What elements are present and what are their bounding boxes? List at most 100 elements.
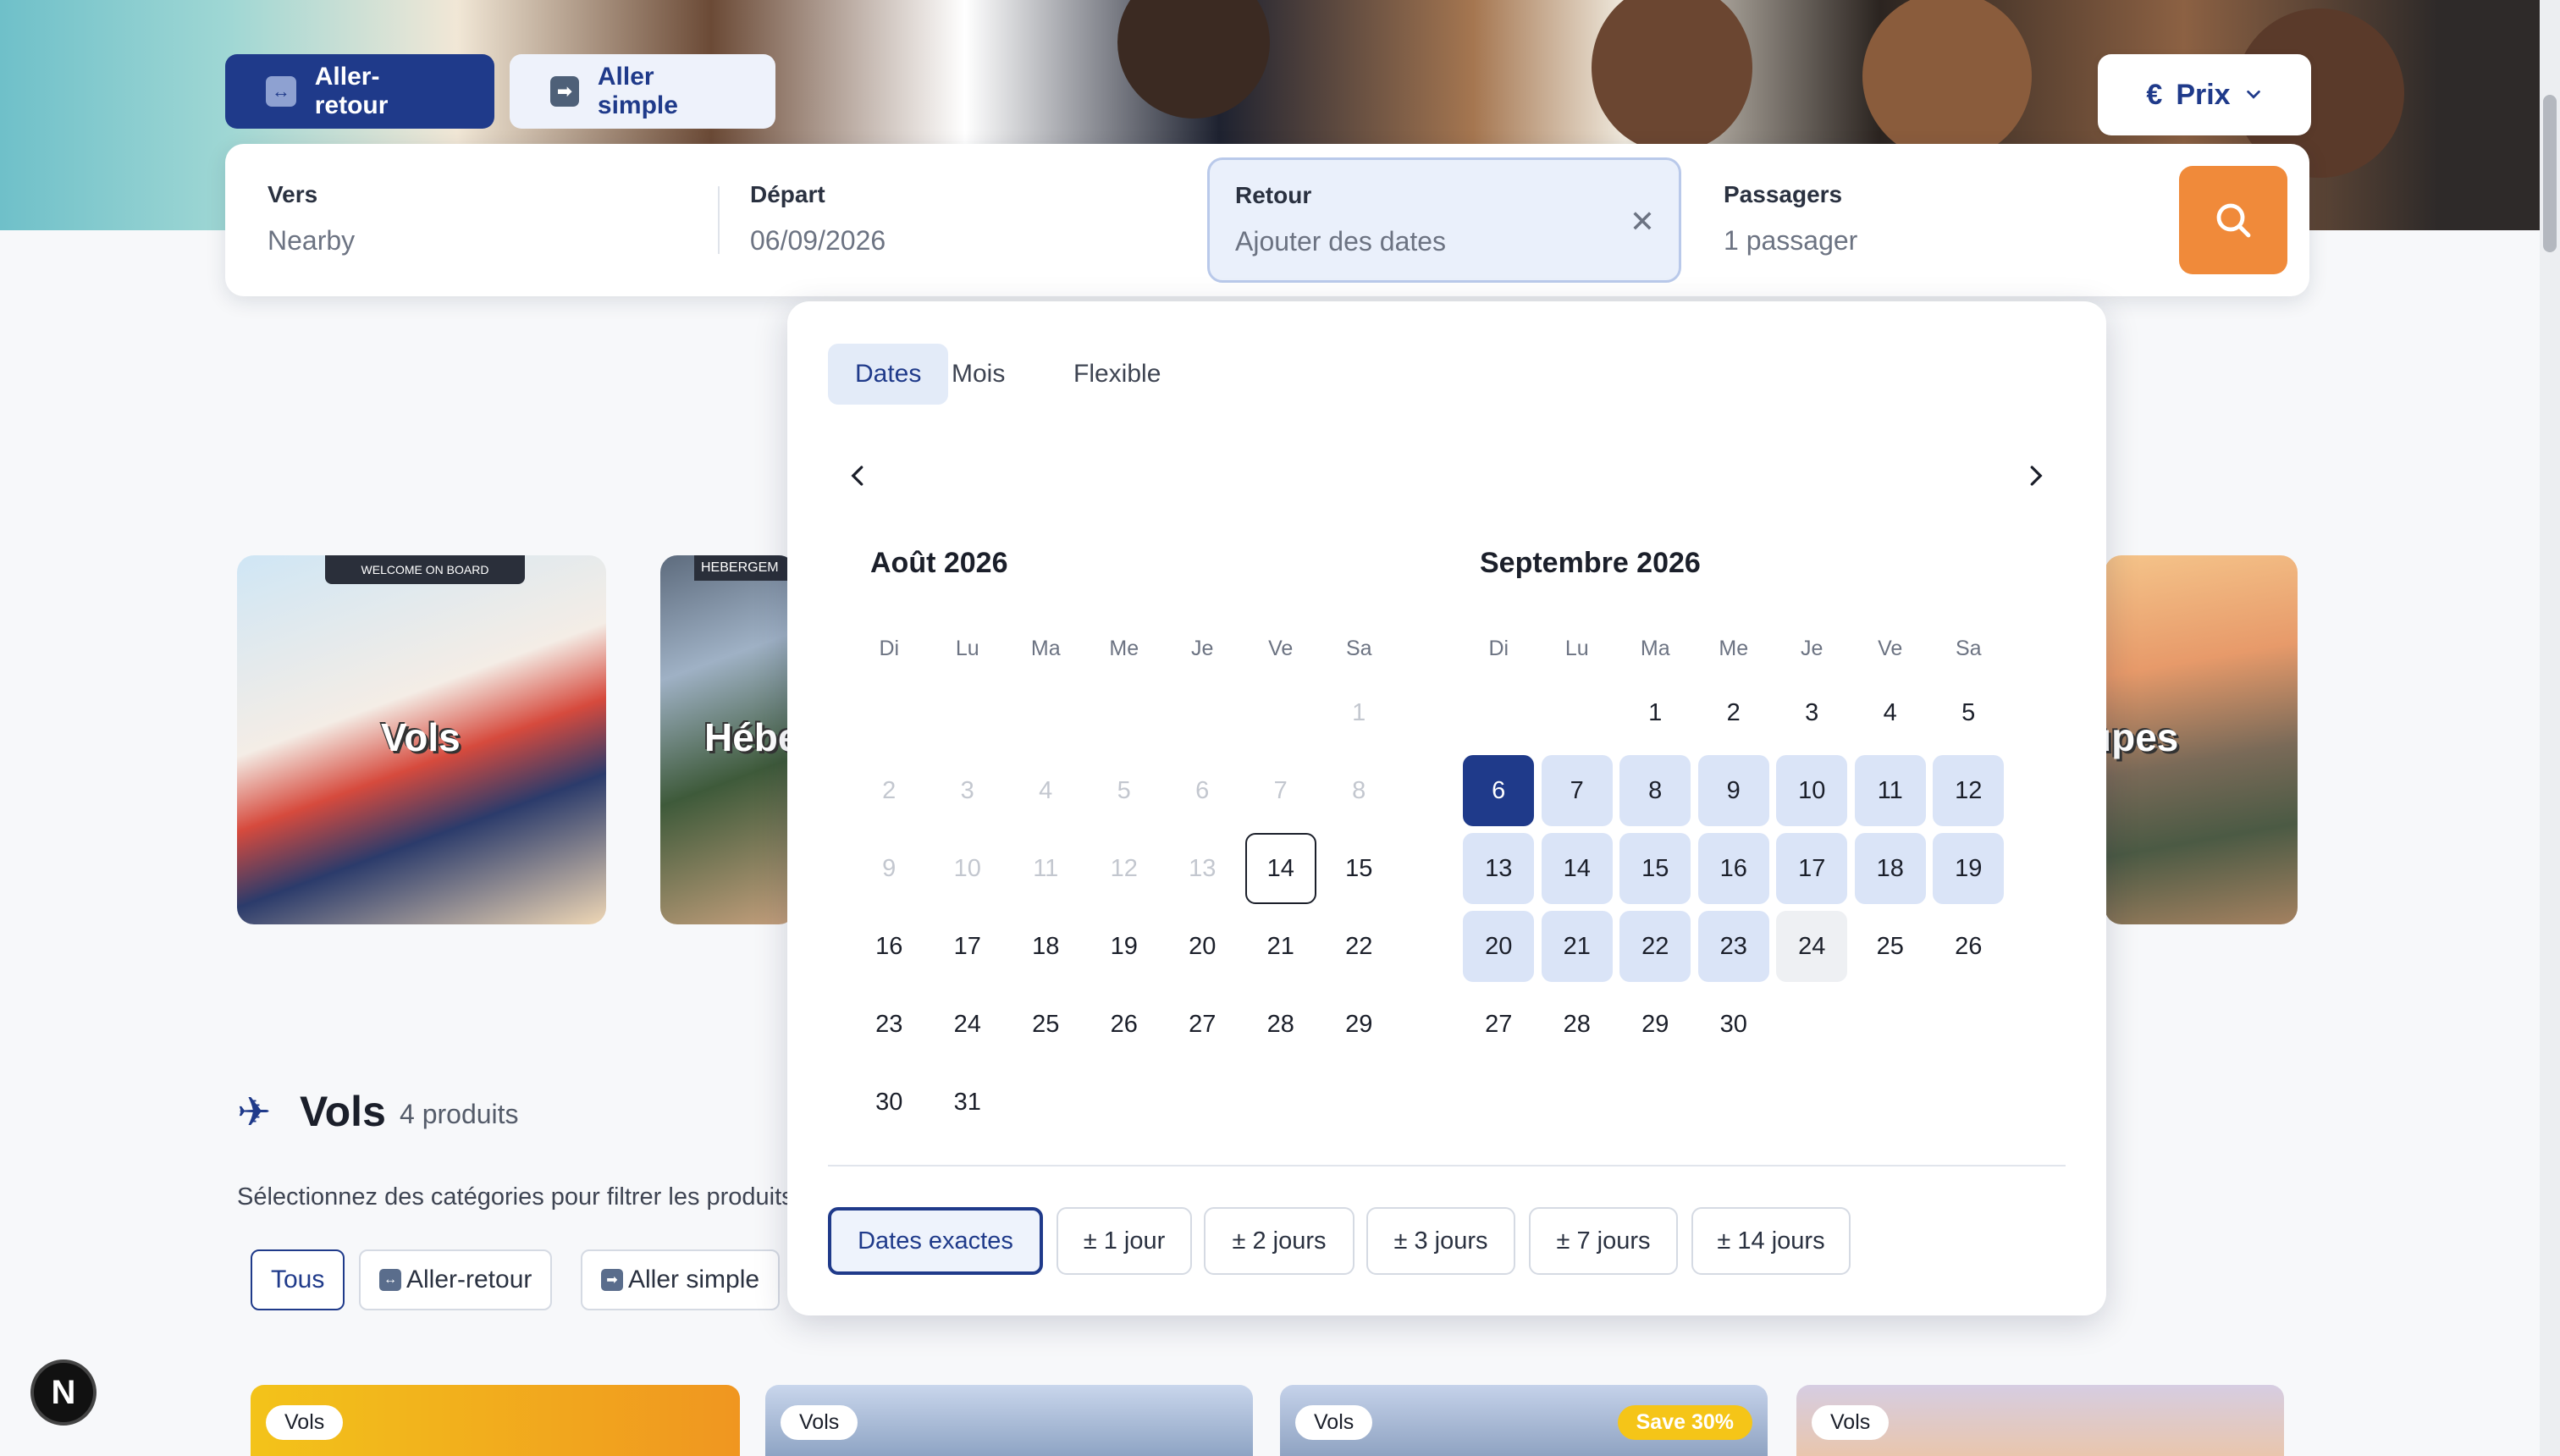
calendar-day[interactable]: 29 [1619,989,1691,1060]
calendar-day[interactable]: 27 [1463,989,1534,1060]
calendar-day[interactable]: 19 [1089,911,1160,982]
calendar-day[interactable]: 28 [1542,989,1613,1060]
nextjs-dev-indicator-button[interactable]: N [30,1359,97,1426]
return-date-field[interactable]: Retour Ajouter des dates ✕ [1207,157,1681,283]
left-right-arrow-icon: ↔ [379,1269,401,1291]
destination-field[interactable]: Vers Nearby [225,144,718,296]
category-title: upes [2105,715,2179,759]
month-calendar-grid: Di Lu Ma Me Je Ve Sa 1 2 3 4 5 6 7 8 9 10 11 12 13 14 15 16 17 1… [850,623,1399,1141]
calendar-day[interactable]: 26 [1933,911,2004,982]
calendar-day[interactable]: 23 [1697,911,1769,982]
calendar-day: 9 [882,854,897,882]
calendar-day[interactable]: 17 [1776,833,1848,904]
filter-chip-round-trip[interactable]: ↔ Aller-retour [359,1249,553,1310]
calendar-day[interactable]: 14 [1541,833,1613,904]
filter-chip-all[interactable]: Tous [251,1249,345,1310]
calendar-day[interactable]: 9 [1697,755,1769,826]
weekday-header: Je [1801,637,1823,660]
calendar-day[interactable]: 20 [1463,911,1535,982]
calendar-day[interactable]: 29 [1323,989,1394,1060]
calendar-day[interactable]: 25 [1855,911,1926,982]
calendar-day[interactable]: 18 [1854,833,1926,904]
calendar-day[interactable]: 26 [1089,989,1160,1060]
flex-option-2-days[interactable]: ± 2 jours [1204,1207,1354,1275]
calendar-day[interactable]: 14 [1244,833,1316,904]
left-right-arrow-icon: ↔ [266,76,296,107]
chip-label: Aller simple [628,1266,760,1293]
weekday-header: Lu [1564,637,1589,660]
flex-option-7-days[interactable]: ± 7 jours [1529,1207,1678,1275]
calendar-day[interactable]: 1 [1619,677,1691,748]
calendar-day[interactable]: 7 [1541,755,1613,826]
calendar-day[interactable]: 22 [1619,911,1691,982]
price-currency-dropdown[interactable]: € Prix [2098,54,2311,135]
chevron-left-icon [851,466,863,486]
section-title: Vols [300,1088,386,1135]
month-calendar-grid: Di Lu Ma Me Je Ve Sa 1 2 3 4 5 6 7 8 9 10 11 12 13 14 15 16 17 1… [1459,623,2008,1063]
right-arrow-icon: ➡ [550,76,579,107]
search-button[interactable] [2179,166,2287,274]
passengers-field[interactable]: Passagers 1 passager [1698,144,2138,296]
calendar-day[interactable]: 12 [1933,755,2005,826]
next-month-button[interactable] [2010,450,2061,501]
product-card[interactable]: Vols Save 30% [1280,1385,1768,1456]
calendar-day[interactable]: 30 [853,1067,924,1138]
category-title: Hébe [704,715,796,759]
calendar-day[interactable]: 16 [853,911,924,982]
category-title: Vols [381,715,461,759]
calendar-day[interactable]: 5 [1933,677,2004,748]
calendar-day[interactable]: 21 [1245,911,1316,982]
calendar-day[interactable]: 23 [853,989,924,1060]
calendar-day[interactable]: 18 [1010,911,1081,982]
product-card[interactable]: Vols [251,1385,740,1456]
trip-tab-label: Aller simple [597,63,678,119]
calendar-day[interactable]: 2 [1698,677,1769,748]
return-placeholder: Ajouter des dates [1235,226,1447,256]
flex-option-label: ± 1 jour [1083,1227,1166,1255]
flex-option-1-day[interactable]: ± 1 jour [1057,1207,1192,1275]
month-title: Septembre 2026 [1480,547,1701,579]
calendar-day[interactable]: 15 [1619,833,1691,904]
calendar-day[interactable]: 16 [1697,833,1769,904]
calendar-day[interactable]: 17 [932,911,1003,982]
product-card[interactable]: Vols [765,1385,1253,1456]
calendar-day[interactable]: 8 [1619,755,1691,826]
calendar-day[interactable]: 10 [1776,755,1848,826]
calendar-day[interactable]: 4 [1855,677,1926,748]
filter-chip-one-way[interactable]: ➡ Aller simple [581,1249,781,1310]
flex-option-14-days[interactable]: ± 14 jours [1691,1207,1851,1275]
calendar-day[interactable]: 13 [1463,833,1535,904]
calendar-day[interactable]: 15 [1323,833,1394,904]
calendar-day[interactable]: 24 [932,989,1003,1060]
trip-type-one-way-tab[interactable]: ➡ Aller simple [510,54,775,129]
calendar-day[interactable]: 31 [932,1067,1003,1138]
mode-tab-flexible[interactable]: Flexible [1046,344,1188,405]
calendar-day[interactable]: 19 [1933,833,2005,904]
scrollbar-thumb[interactable] [2543,95,2557,252]
previous-month-button[interactable] [833,450,884,501]
category-card-hebergement[interactable]: HEBERGEM Hébe [660,555,796,924]
calendar-day[interactable]: 20 [1167,911,1238,982]
calendar-day[interactable]: 24 [1776,911,1848,982]
calendar-day[interactable]: 27 [1167,989,1238,1060]
product-card[interactable]: Vols [1796,1385,2284,1456]
flex-option-exact-dates[interactable]: Dates exactes [828,1207,1043,1275]
weekday-header: Ve [1268,637,1294,660]
category-card-vols[interactable]: WELCOME ON BOARD Vols [237,555,606,924]
trip-type-round-trip-tab[interactable]: ↔ Aller-retour [225,54,494,129]
clear-icon[interactable]: ✕ [1630,204,1655,240]
calendar-day[interactable]: 3 [1776,677,1847,748]
calendar-day[interactable]: 28 [1245,989,1316,1060]
category-card-groupes[interactable]: upes [2105,555,2298,924]
calendar-day[interactable]: 22 [1323,911,1394,982]
mode-tab-month[interactable]: Mois [924,344,1032,405]
calendar-day[interactable]: 30 [1698,989,1769,1060]
calendar-day: 12 [1110,854,1138,882]
calendar-day[interactable]: 21 [1541,911,1613,982]
calendar-day[interactable]: 6 [1463,755,1535,826]
calendar-day[interactable]: 25 [1010,989,1081,1060]
section-subtitle: Sélectionnez des catégories pour filtrer… [237,1183,794,1211]
calendar-day[interactable]: 11 [1854,755,1926,826]
flex-option-3-days[interactable]: ± 3 jours [1366,1207,1515,1275]
departure-date-field[interactable]: Départ 06/09/2026 [720,144,1194,296]
